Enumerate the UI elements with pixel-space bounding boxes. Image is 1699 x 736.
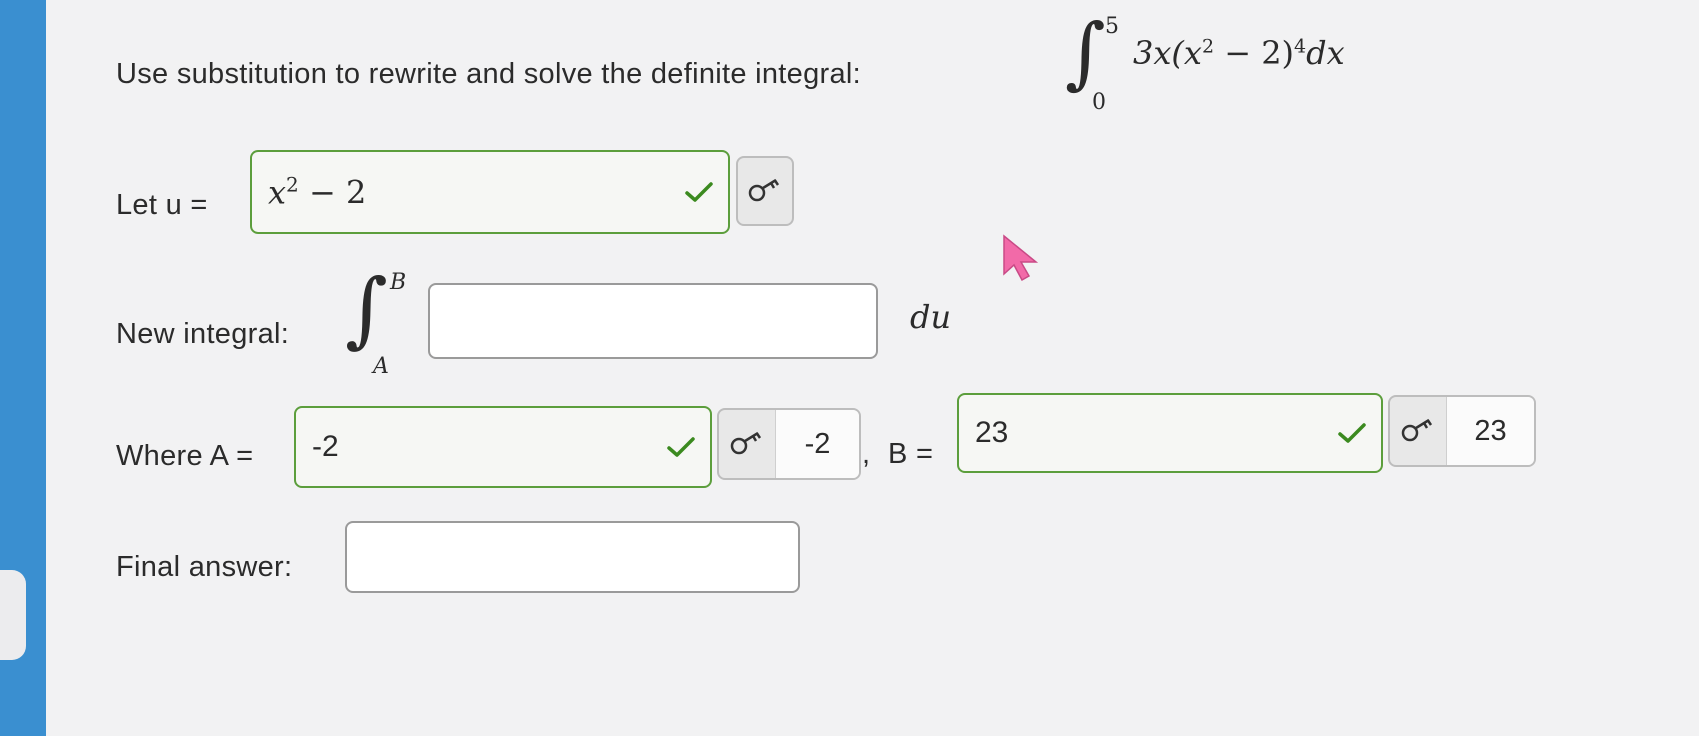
- final-answer-input[interactable]: [345, 521, 800, 593]
- a-input-value: -2: [312, 430, 339, 463]
- check-icon: [1338, 423, 1366, 443]
- key-icon: [738, 158, 792, 224]
- a-key-button[interactable]: -2: [717, 408, 861, 480]
- u-input[interactable]: x2 − 2: [250, 150, 730, 234]
- du-label: du: [910, 298, 952, 336]
- a-preview-value: -2: [775, 410, 859, 478]
- integrand: 3x(x2 − 2)4dx: [1133, 34, 1345, 72]
- key-icon: [719, 410, 775, 478]
- b-input[interactable]: 23: [957, 393, 1383, 473]
- let-u-label: Let u =: [116, 189, 208, 221]
- integral-upper-limit: 5: [1105, 14, 1119, 39]
- question-integral: ∫ 5 0 3x(x2 − 2)4dx: [1065, 8, 1405, 118]
- integral-upper-b: B: [390, 270, 407, 295]
- u-key-button[interactable]: [736, 156, 794, 226]
- separator-comma: ,: [862, 438, 871, 470]
- u-input-value: x2 − 2: [268, 172, 367, 212]
- new-integral-label: New integral:: [116, 318, 290, 350]
- b-input-value: 23: [975, 416, 1009, 449]
- question-prompt: Use substitution to rewrite and solve th…: [116, 58, 862, 90]
- b-preview-value: 23: [1446, 397, 1534, 465]
- integral-sign: ∫: [1065, 8, 1106, 98]
- key-icon: [1390, 397, 1446, 465]
- check-icon: [685, 182, 713, 202]
- integral-lower-a: A: [373, 354, 389, 379]
- mouse-cursor-icon: [1003, 234, 1039, 282]
- integral-sign: ∫: [345, 262, 388, 357]
- check-icon: [667, 437, 695, 457]
- final-answer-label: Final answer:: [116, 551, 293, 583]
- b-key-button[interactable]: 23: [1388, 395, 1536, 467]
- new-integral-sign-group: ∫ B A: [345, 262, 415, 382]
- left-panel-tab[interactable]: [0, 570, 26, 660]
- b-label: B =: [888, 438, 934, 470]
- new-integrand-input[interactable]: [428, 283, 878, 359]
- a-input[interactable]: -2: [294, 406, 712, 488]
- integral-lower-limit: 0: [1092, 90, 1106, 115]
- where-a-label: Where A =: [116, 440, 254, 472]
